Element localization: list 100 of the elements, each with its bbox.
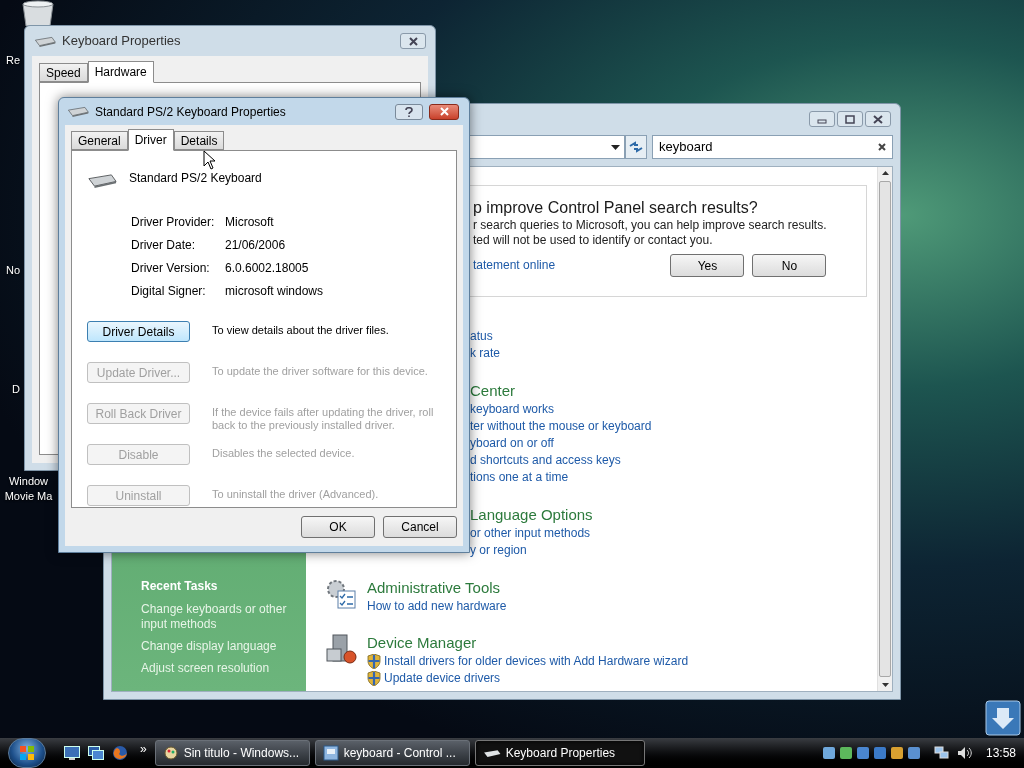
maximize-button[interactable] <box>837 111 863 127</box>
close-button[interactable] <box>429 103 459 120</box>
network-icon[interactable] <box>933 746 950 760</box>
task-link[interactable]: k rate <box>470 345 500 362</box>
dialog-button[interactable]: Cancel <box>383 516 457 538</box>
action-description: To update the driver software for this device. <box>212 365 429 378</box>
keyboard-icon <box>67 106 89 117</box>
info-value: 6.0.6002.18005 <box>225 260 309 276</box>
task-link[interactable]: tions one at a time <box>470 469 569 486</box>
action-description: To uninstall the driver (Advanced). <box>212 488 380 501</box>
shield-icon <box>367 654 381 669</box>
task-link[interactable]: yboard on or off <box>470 435 554 452</box>
tray-icon[interactable] <box>821 746 836 760</box>
scroll-down-icon <box>881 683 889 687</box>
gear-checklist-icon <box>325 578 357 610</box>
action-description: If the device fails after updating the driver, roll back to the previously installed driver. <box>212 406 435 432</box>
section-heading[interactable]: Administrative Tools <box>367 578 501 598</box>
tab[interactable]: Hardware <box>87 61 154 83</box>
task-link[interactable]: atus <box>470 328 493 345</box>
driver-action-button[interactable]: Driver Details <box>87 321 190 342</box>
paint-icon <box>162 745 179 761</box>
info-label: Driver Provider: <box>131 214 216 230</box>
taskbar-button[interactable]: Keyboard Properties <box>474 740 645 766</box>
dropdown-arrow-icon <box>611 144 620 150</box>
desktop-icon-label[interactable]: Re <box>6 53 21 68</box>
task-link[interactable]: How to add new hardware <box>367 598 507 615</box>
refresh-button[interactable] <box>625 135 647 159</box>
close-button[interactable] <box>400 33 426 49</box>
info-value: 21/06/2006 <box>225 237 286 253</box>
banner-text: ted will not be used to identify or contact you. <box>473 233 714 248</box>
help-button[interactable] <box>395 103 423 120</box>
task-link[interactable]: y or region <box>470 542 527 559</box>
banner-heading: p improve Control Panel search results? <box>473 198 759 218</box>
tray-icon[interactable] <box>889 746 904 760</box>
banner-button[interactable]: No <box>752 254 827 277</box>
section-heading[interactable]: Center <box>470 381 516 401</box>
search-field[interactable]: keyboard <box>652 135 893 159</box>
info-label: Driver Date: <box>131 237 196 253</box>
window-title: Keyboard Properties <box>62 32 181 51</box>
arrow-down-icon[interactable] <box>985 700 1021 736</box>
close-button[interactable] <box>865 111 891 127</box>
clear-icon[interactable] <box>878 143 886 151</box>
maximize-icon <box>845 114 855 124</box>
refresh-icon <box>629 141 643 153</box>
more-chevron[interactable]: » <box>140 740 147 758</box>
taskbar-button[interactable]: keyboard - Control ... <box>314 740 470 766</box>
recycle-bin-icon[interactable] <box>20 0 56 26</box>
info-value: Microsoft <box>225 214 274 230</box>
tab[interactable]: General <box>71 131 128 150</box>
task-link[interactable]: ter without the mouse or keyboard <box>470 418 652 435</box>
scrollbar[interactable] <box>877 167 892 691</box>
taskbar-button[interactable]: Sin titulo - Windows... <box>154 740 310 766</box>
switch-windows-icon[interactable] <box>88 746 104 760</box>
control-panel-icon <box>322 745 339 761</box>
tab[interactable]: Driver <box>127 129 174 151</box>
browser-icon[interactable] <box>112 745 128 761</box>
tray-icon[interactable] <box>838 746 853 760</box>
start-button[interactable] <box>8 738 46 768</box>
keyboard-icon <box>87 173 117 188</box>
desktop-icon-label[interactable]: No <box>6 263 21 278</box>
action-description: Disables the selected device. <box>212 447 356 460</box>
dialog-button[interactable]: OK <box>301 516 375 538</box>
sidebar-heading: Recent Tasks <box>141 579 218 594</box>
tray-icon[interactable] <box>872 746 887 760</box>
shield-icon <box>367 671 381 686</box>
desktop-icon-label[interactable]: Window Movie Ma <box>1 474 56 504</box>
banner-button[interactable]: Yes <box>670 254 745 277</box>
task-link[interactable]: keyboard works <box>470 401 555 418</box>
keyboard-icon <box>482 748 501 758</box>
dialog-title: Standard PS/2 Keyboard Properties <box>95 103 286 121</box>
banner-text: r search queries to Microsoft, you can help improve search results. <box>473 218 827 233</box>
scroll-up-icon <box>881 171 889 175</box>
section-heading[interactable]: Device Manager <box>367 633 477 653</box>
keyboard-icon <box>34 35 56 47</box>
help-icon <box>405 106 413 117</box>
tab[interactable]: Details <box>173 131 225 150</box>
windows-logo-icon <box>19 745 35 761</box>
scroll-thumb[interactable] <box>879 181 892 677</box>
close-icon <box>439 107 449 116</box>
info-label: Driver Version: <box>131 260 211 276</box>
info-label: Digital Signer: <box>131 283 207 299</box>
close-icon <box>873 114 883 124</box>
tray-icon[interactable] <box>855 746 870 760</box>
volume-icon[interactable] <box>956 746 973 760</box>
show-desktop-icon[interactable] <box>64 746 80 760</box>
info-value: microsoft windows <box>225 283 324 299</box>
computer-tower-icon <box>325 633 357 665</box>
clock: 13:58 <box>985 745 1016 762</box>
task-link[interactable]: or other input methods <box>470 525 591 542</box>
tab[interactable]: Speed <box>39 63 88 82</box>
action-description: To view details about the driver files. <box>212 324 390 337</box>
close-icon <box>408 36 418 46</box>
desktop-icon-label[interactable]: D <box>12 382 20 397</box>
task-link[interactable]: Update device drivers <box>384 670 501 687</box>
task-link[interactable]: d shortcuts and access keys <box>470 452 621 469</box>
task-link[interactable]: Install drivers for older devices with Add Hardware wizard <box>384 653 689 670</box>
section-heading[interactable]: Language Options <box>470 505 593 525</box>
tray-icon[interactable] <box>906 746 921 760</box>
privacy-link[interactable]: tatement online <box>473 257 663 274</box>
device-name: Standard PS/2 Keyboard <box>129 169 262 187</box>
